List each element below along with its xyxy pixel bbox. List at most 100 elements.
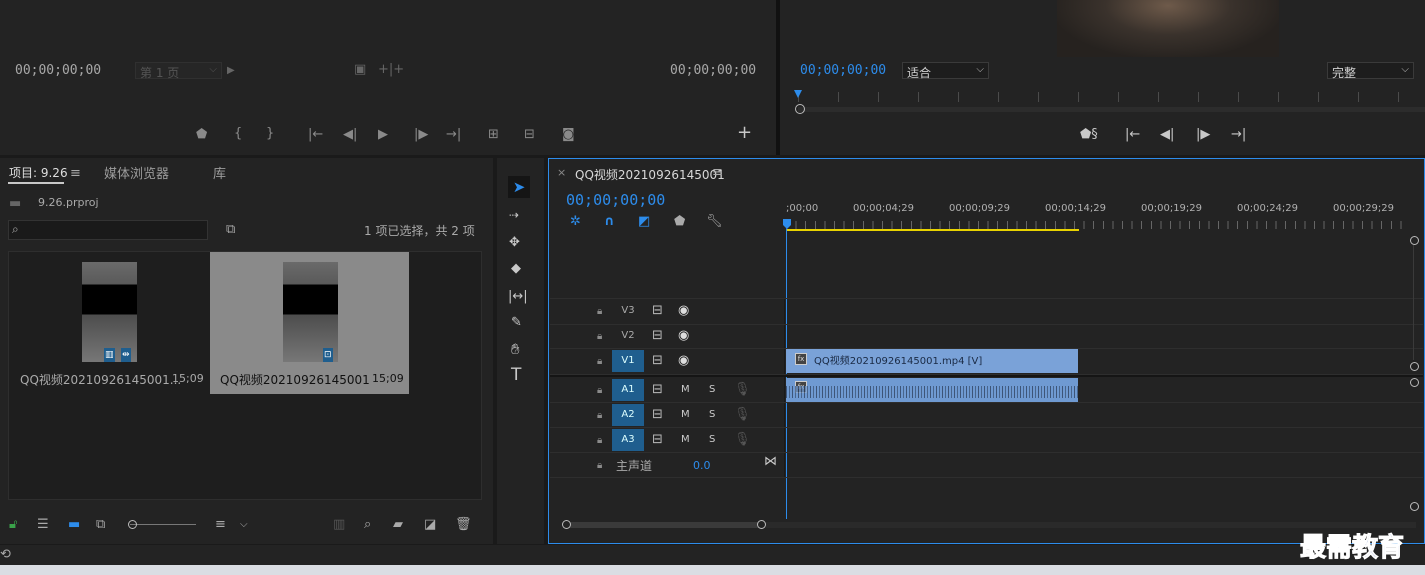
vertical-scroll-track[interactable] xyxy=(1413,245,1414,360)
microphone-icon[interactable]: 🎙︎ xyxy=(734,408,751,422)
source-timecode-in[interactable]: 00;00;00;00 xyxy=(15,63,101,78)
sort-icon[interactable]: ≡ xyxy=(215,518,226,532)
mark-out-icon[interactable]: } xyxy=(266,127,274,141)
sync-lock-icon[interactable]: ⊟ xyxy=(652,408,663,422)
menu-icon[interactable]: ≡ xyxy=(712,166,723,180)
page-select[interactable]: 第 1 页 ⌵ xyxy=(135,62,222,80)
program-ruler[interactable] xyxy=(798,92,1423,102)
mute-button[interactable]: M xyxy=(681,434,690,445)
hand-tool-icon[interactable]: ✋︎ xyxy=(511,342,520,357)
horizontal-scroll-handle[interactable] xyxy=(757,520,766,529)
lock-icon[interactable]: 🔒︎ xyxy=(597,434,602,448)
timeline-tab-title[interactable]: QQ视频20210926145001 xyxy=(575,166,725,183)
add-button-icon[interactable]: + xyxy=(737,124,752,142)
zoom-slider[interactable] xyxy=(130,524,196,525)
freeform-view-icon[interactable]: ⧉ xyxy=(96,518,105,532)
media-item[interactable]: ▥ ⇹ QQ视频20210926145001... 15;09 xyxy=(9,252,209,394)
lock-icon[interactable]: 🔒︎ xyxy=(597,409,602,423)
go-to-in-icon[interactable]: |← xyxy=(308,128,323,142)
mute-button[interactable]: M xyxy=(681,409,690,420)
new-bin-icon[interactable]: ▰ xyxy=(393,518,403,532)
video-clip[interactable]: fx QQ视频20210926145001.mp4 [V] xyxy=(786,349,1078,373)
snap-icon[interactable]: ∩ xyxy=(604,215,615,229)
track-label-a1[interactable]: A1 xyxy=(612,379,644,401)
add-marker-icon[interactable]: ⬟ xyxy=(674,215,685,229)
step-back-icon[interactable]: ◀| xyxy=(343,128,357,142)
wrench-icon[interactable]: 🔧︎ xyxy=(706,215,723,229)
marker-icon[interactable]: ⬟ xyxy=(196,128,207,142)
overwrite-icon[interactable]: ⊟ xyxy=(524,128,535,142)
eye-icon[interactable]: ◉ xyxy=(678,354,689,368)
close-icon[interactable]: × xyxy=(557,166,566,180)
track-label-v2[interactable]: V2 xyxy=(612,325,644,347)
menu-icon[interactable]: ≡ xyxy=(70,167,81,181)
step-forward-icon[interactable]: |▶ xyxy=(414,128,428,142)
ripple-edit-tool-icon[interactable]: ✥ xyxy=(509,236,520,250)
vertical-scroll-handle[interactable] xyxy=(1410,502,1419,511)
lock-icon[interactable]: 🔒︎ xyxy=(597,330,602,344)
eye-icon[interactable]: ◉ xyxy=(678,304,689,318)
sync-icon[interactable]: ⟲ xyxy=(0,548,11,562)
lock-icon[interactable]: 🔒︎ xyxy=(597,459,602,473)
play-icon[interactable]: ▶ xyxy=(378,128,388,142)
settings-square-icon[interactable]: ▣ xyxy=(354,63,366,77)
marker-link-icon[interactable]: ⬟§ xyxy=(1080,128,1098,142)
linked-selection-icon[interactable]: ◩ xyxy=(638,215,650,229)
slip-tool-icon[interactable]: |↔| xyxy=(508,290,528,304)
find-icon[interactable]: ⌕ xyxy=(364,518,371,532)
track-label-v3[interactable]: V3 xyxy=(612,300,644,322)
go-to-out-icon[interactable]: →| xyxy=(446,128,461,142)
lock-icon[interactable]: 🔒︎ xyxy=(597,384,602,398)
automate-icon[interactable]: ▥ xyxy=(333,518,345,532)
sync-lock-icon[interactable]: ⊟ xyxy=(652,329,663,343)
nest-icon[interactable]: ✲ xyxy=(570,215,581,229)
razor-tool-icon[interactable]: ◆ xyxy=(511,262,521,276)
step-back-icon[interactable]: ◀| xyxy=(1160,128,1174,142)
tab-media-browser[interactable]: 媒体浏览器 xyxy=(104,163,169,182)
work-area-bar[interactable] xyxy=(786,229,1079,231)
track-label-a3[interactable]: A3 xyxy=(612,429,644,451)
sync-lock-icon[interactable]: ⊟ xyxy=(652,383,663,397)
master-volume-value[interactable]: 0.0 xyxy=(693,459,711,472)
chevron-down-icon[interactable]: ⌵ xyxy=(240,518,248,532)
timeline-timecode[interactable]: 00;00;00;00 xyxy=(566,191,665,209)
vertical-scroll-handle[interactable] xyxy=(1410,362,1419,371)
trim-icon[interactable]: +|+ xyxy=(378,63,404,77)
media-item[interactable]: ⊡ QQ视频20210926145001 15;09 xyxy=(210,252,409,394)
sync-lock-icon[interactable]: ⊟ xyxy=(652,354,663,368)
lock-icon[interactable]: 🔒︎ xyxy=(597,305,602,319)
new-search-bin-icon[interactable]: ⧉ xyxy=(226,223,235,237)
go-to-out-point-icon[interactable]: ⋈ xyxy=(764,455,777,469)
program-timecode[interactable]: 00;00;00;00 xyxy=(800,63,886,78)
lock-icon[interactable]: 🔓︎ xyxy=(9,518,17,532)
program-playhead[interactable] xyxy=(794,90,802,98)
fit-select[interactable]: 适合 ⌵ xyxy=(902,62,989,80)
list-view-icon[interactable]: ☰ xyxy=(37,518,49,532)
solo-button[interactable]: S xyxy=(709,434,715,445)
track-select-tool-icon[interactable]: ⇢ xyxy=(509,208,519,222)
tab-library[interactable]: 库 xyxy=(213,163,226,182)
step-forward-icon[interactable]: |▶ xyxy=(1196,128,1210,142)
solo-button[interactable]: S xyxy=(709,384,715,395)
lock-icon[interactable]: 🔒︎ xyxy=(597,355,602,369)
trash-icon[interactable]: 🗑︎ xyxy=(455,518,472,532)
sync-lock-icon[interactable]: ⊟ xyxy=(652,304,663,318)
selection-tool-icon[interactable]: ➤ xyxy=(508,176,530,198)
track-label-v1[interactable]: V1 xyxy=(612,350,644,372)
track-label-a2[interactable]: A2 xyxy=(612,404,644,426)
vertical-scroll-handle[interactable] xyxy=(1410,236,1419,245)
audio-clip[interactable]: fx xyxy=(786,378,1078,402)
tab-project[interactable]: 项目: 9.26 xyxy=(9,164,68,181)
program-scroll-handle[interactable] xyxy=(795,104,805,114)
zoom-slider-handle[interactable] xyxy=(128,520,137,529)
icon-view-icon[interactable]: ▬ xyxy=(68,518,80,532)
go-to-out-icon[interactable]: →| xyxy=(1231,128,1246,142)
camera-icon[interactable]: ◙ xyxy=(562,128,575,142)
mark-in-icon[interactable]: { xyxy=(234,127,242,141)
horizontal-scroll-handle[interactable] xyxy=(562,520,571,529)
pen-tool-icon[interactable]: ✎ xyxy=(511,316,522,330)
program-scroll-track[interactable] xyxy=(798,107,1425,112)
new-item-icon[interactable]: ◪ xyxy=(424,518,436,532)
play-arrow-icon[interactable]: ▶ xyxy=(227,64,235,78)
eye-icon[interactable]: ◉ xyxy=(678,329,689,343)
